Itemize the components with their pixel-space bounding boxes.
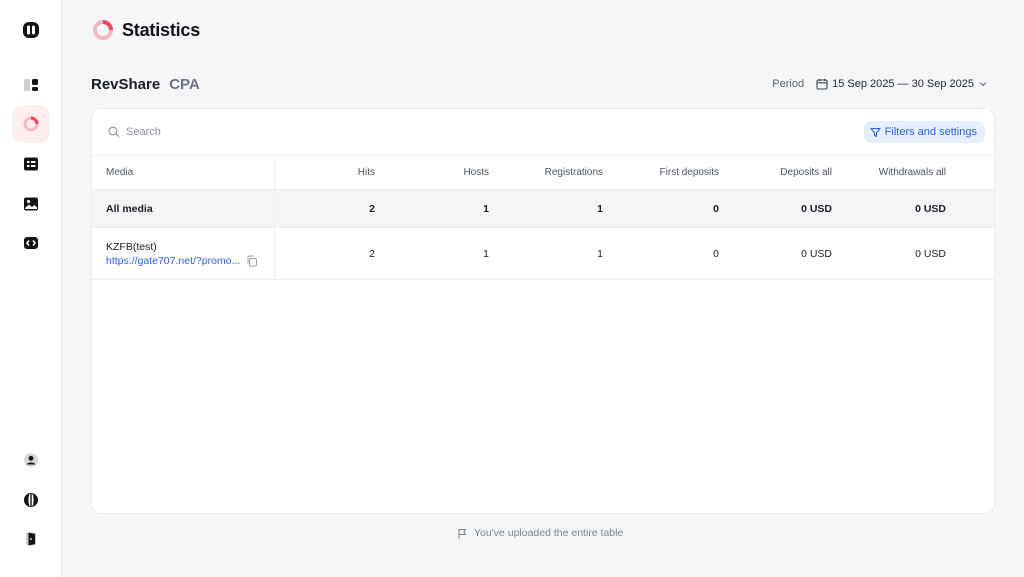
total-withdrawals-all: 0 USD	[832, 189, 946, 228]
row-registrations: 1	[489, 227, 603, 280]
list-icon	[24, 157, 38, 171]
calendar-icon	[816, 78, 828, 90]
logo-icon[interactable]	[12, 11, 50, 49]
search-icon	[108, 126, 120, 138]
statistics-icon	[93, 20, 113, 40]
row-hits: 2	[274, 227, 375, 280]
media-name: KZFB(test)	[106, 240, 157, 253]
period-dropdown[interactable]: 15 Sep 2025 — 30 Sep 2025	[816, 78, 988, 90]
page-title: Statistics	[122, 19, 201, 40]
period-value: 15 Sep 2025 — 30 Sep 2025	[832, 78, 974, 90]
statistics-card: Filters and settings Media Hits Hosts Re…	[91, 108, 995, 514]
image-icon	[24, 197, 38, 211]
row-deposits-all: 0 USD	[719, 227, 832, 280]
main-content: Statistics RevShare CPA Period 15 Sep 20…	[62, 0, 1024, 577]
total-hits: 2	[274, 189, 375, 228]
tabs: RevShare CPA	[91, 76, 200, 93]
sidebar-item-language[interactable]	[12, 481, 50, 519]
total-hosts: 1	[375, 189, 489, 228]
column-header-media[interactable]: Media	[92, 155, 275, 190]
media-link[interactable]: https://gate707.net/?promo...	[106, 255, 240, 267]
statistics-table: Media Hits Hosts Registrations First dep…	[92, 155, 994, 280]
globe-icon	[24, 493, 38, 507]
page-header: Statistics	[92, 19, 200, 41]
table-footer-note: You've uploaded the entire table	[457, 527, 623, 539]
column-header-first-deposits[interactable]: First deposits	[603, 155, 719, 190]
sidebar-item-logout[interactable]	[12, 520, 50, 558]
row-hosts: 1	[375, 227, 489, 280]
column-header-withdrawals-all[interactable]: Withdrawals all	[832, 155, 946, 190]
user-icon	[24, 453, 38, 467]
statistics-icon	[23, 116, 39, 132]
chevron-down-icon	[979, 82, 987, 87]
filters-and-settings-button[interactable]: Filters and settings	[863, 121, 985, 143]
logout-icon	[26, 532, 36, 546]
sidebar-item-dashboard[interactable]	[12, 66, 50, 104]
filter-icon	[870, 127, 881, 137]
copy-icon[interactable]	[246, 255, 258, 267]
flag-icon	[458, 528, 467, 538]
sidebar	[0, 0, 62, 577]
footer-note-text: You've uploaded the entire table	[474, 527, 624, 539]
column-header-registrations[interactable]: Registrations	[489, 155, 603, 190]
table-total-row: All media 2 1 1 0 0 USD 0 USD	[92, 189, 994, 228]
total-media: All media	[92, 189, 275, 228]
sidebar-item-media[interactable]	[12, 185, 50, 223]
row-media-cell: KZFB(test) https://gate707.net/?promo...	[92, 227, 275, 280]
tab-cpa[interactable]: CPA	[169, 76, 200, 93]
code-icon	[24, 237, 38, 249]
row-spacer	[946, 227, 994, 280]
sidebar-item-list[interactable]	[12, 145, 50, 183]
sidebar-item-profile[interactable]	[12, 441, 50, 479]
search-input[interactable]	[126, 126, 376, 138]
period-label: Period	[772, 78, 805, 90]
dashboard-icon	[24, 79, 38, 91]
tab-revshare[interactable]: RevShare	[91, 76, 160, 93]
row-first-deposits: 0	[603, 227, 719, 280]
column-header-deposits-all[interactable]: Deposits all	[719, 155, 832, 190]
total-spacer	[946, 189, 994, 228]
sidebar-item-code[interactable]	[12, 224, 50, 262]
table-row: KZFB(test) https://gate707.net/?promo...…	[92, 227, 994, 280]
period-selector: Period 15 Sep 2025 — 30 Sep 2025	[772, 78, 988, 90]
total-first-deposits: 0	[603, 189, 719, 228]
media-link-wrap: https://gate707.net/?promo...	[106, 255, 274, 267]
column-header-hits[interactable]: Hits	[274, 155, 375, 190]
column-header-spacer	[946, 155, 994, 190]
column-header-hosts[interactable]: Hosts	[375, 155, 489, 190]
row-withdrawals-all: 0 USD	[832, 227, 946, 280]
total-registrations: 1	[489, 189, 603, 228]
filters-label: Filters and settings	[884, 126, 977, 138]
sidebar-item-statistics[interactable]	[12, 105, 50, 143]
table-header-row: Media Hits Hosts Registrations First dep…	[92, 155, 994, 190]
total-deposits-all: 0 USD	[719, 189, 832, 228]
search-box	[108, 124, 408, 140]
